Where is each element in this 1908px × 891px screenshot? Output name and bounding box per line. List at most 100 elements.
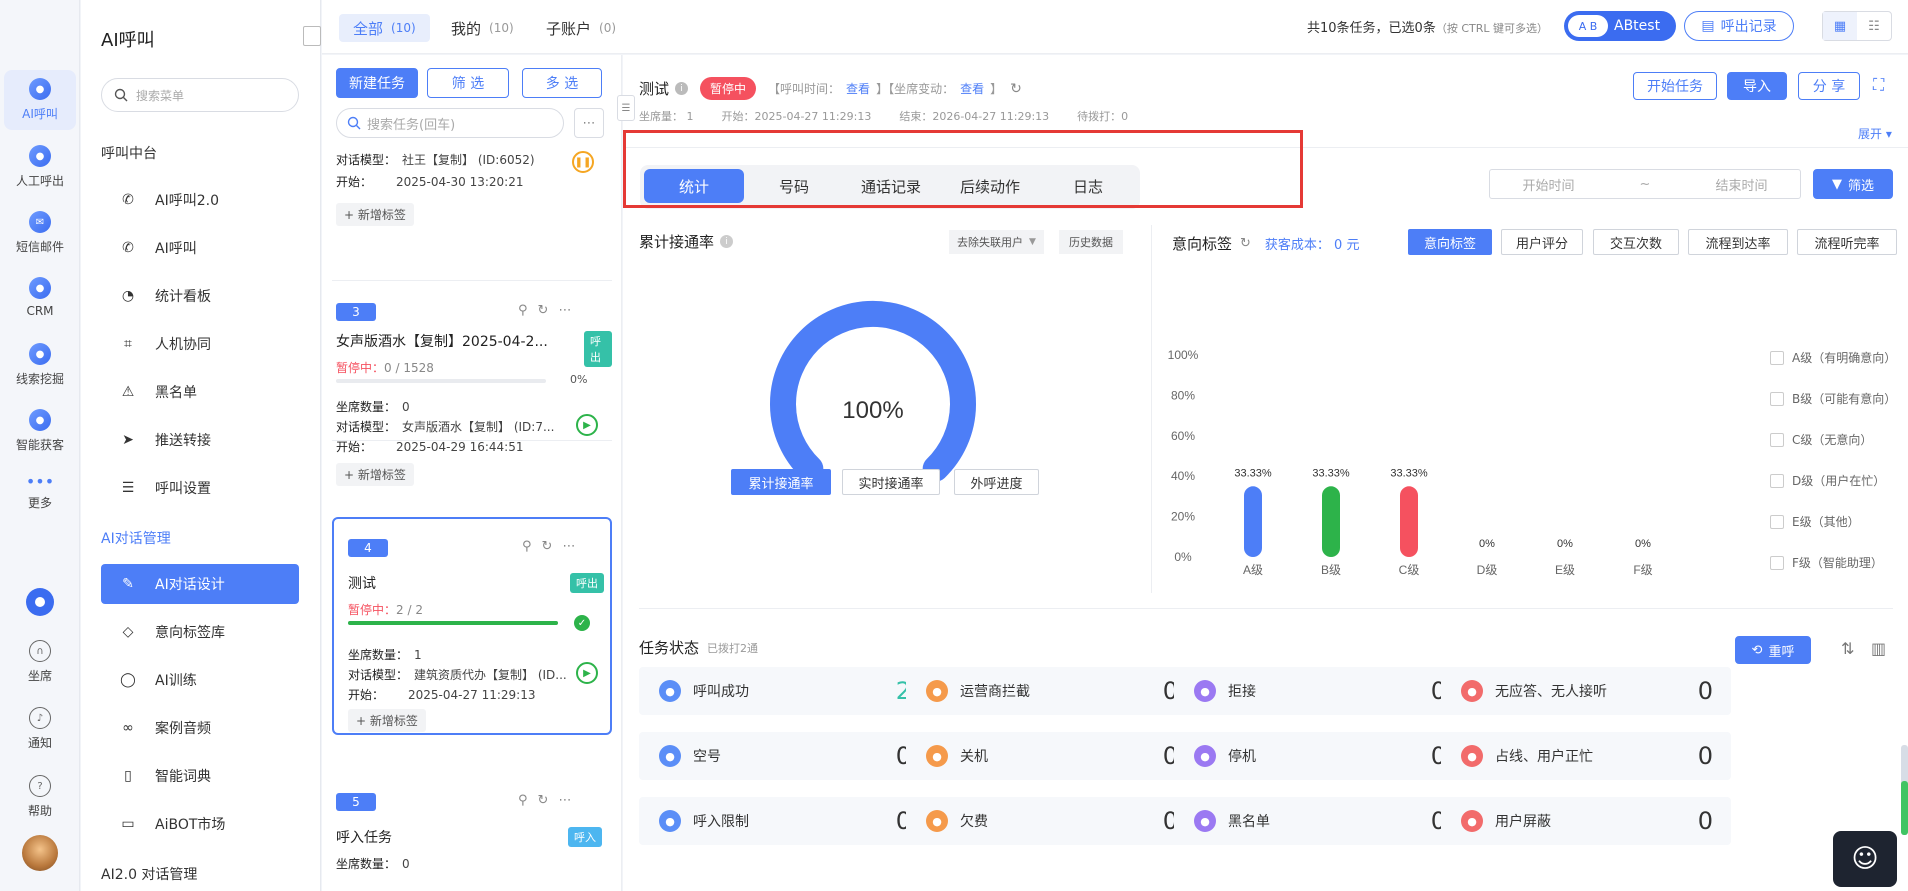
date-filter-button[interactable]: ▼ 筛选	[1813, 169, 1893, 199]
avatar[interactable]	[22, 835, 58, 871]
menu-item-dictionary[interactable]: ▯ 智能词典	[101, 756, 299, 796]
status-card[interactable]: ● 黑名单 0	[1174, 797, 1464, 845]
status-card[interactable]: ● 关机 0	[906, 732, 1196, 780]
menu-item-ai-dialog-design[interactable]: ✎ AI对话设计	[101, 564, 299, 604]
user-score-button[interactable]: 用户评分	[1501, 229, 1583, 255]
menu-item-push-transfer[interactable]: ➤ 推送转接	[101, 420, 299, 460]
menu-item-aibot-market[interactable]: ▭ AiBOT市场	[101, 804, 299, 844]
interaction-count-button[interactable]: 交互次数	[1593, 229, 1679, 255]
seat-change-link[interactable]: 查看	[960, 80, 984, 97]
menu-search-input[interactable]: 搜索菜单	[101, 78, 299, 112]
flow-complete-rate-button[interactable]: 流程听完率	[1797, 229, 1897, 255]
list-view-icon[interactable]: ☷	[1857, 12, 1891, 40]
more-icon[interactable]: ⋯	[558, 303, 571, 318]
more-icon[interactable]: ⋯	[562, 539, 575, 554]
rail-item-smart-acquire[interactable]: ● 智能获客	[4, 409, 76, 453]
rail-item-notify[interactable]: ♪ 通知	[4, 707, 76, 751]
scrollbar[interactable]	[1901, 745, 1908, 835]
rail-item-manual-call[interactable]: ● 人工呼出	[4, 145, 76, 189]
legend-item-b[interactable]: B级（可能有意向）	[1770, 390, 1896, 407]
checkbox[interactable]	[1770, 350, 1784, 365]
intent-tag-button[interactable]: 意向标签	[1408, 229, 1492, 255]
legend-item-a[interactable]: A级（有明确意向）	[1770, 349, 1896, 366]
rail-item-help[interactable]: ? 帮助	[4, 775, 76, 819]
rail-item-sms-mail[interactable]: ✉ 短信邮件	[4, 211, 76, 255]
checkbox[interactable]	[1770, 432, 1784, 447]
customer-service-icon[interactable]: ☺	[1833, 831, 1897, 887]
checkbox[interactable]	[1770, 391, 1784, 406]
legend-item-d[interactable]: D级（用户在忙）	[1770, 472, 1885, 489]
legend-item-f[interactable]: F级（智能助理）	[1770, 554, 1883, 571]
status-card[interactable]: ● 停机 0	[1174, 732, 1464, 780]
flow-reach-rate-button[interactable]: 流程到达率	[1688, 229, 1788, 255]
tab-sub-accounts[interactable]: 子账户 (0)	[532, 14, 630, 42]
status-card[interactable]: ● 呼叫成功 2	[639, 667, 929, 715]
refresh-icon[interactable]: ↻	[1240, 236, 1251, 251]
status-card[interactable]: ● 用户屏蔽 0	[1441, 797, 1731, 845]
exclude-dropdown[interactable]: 去除失联用户 ▼	[949, 230, 1044, 254]
expand-link[interactable]: 展开 ▾	[1858, 125, 1892, 142]
redial-button[interactable]: ⟲ 重呼	[1735, 636, 1811, 664]
end-time-input[interactable]: 结束时间	[1715, 175, 1767, 194]
task-card-2[interactable]: 对话模型： 社王【复制】 (ID:6052) ❚❚ 开始： 2025-04-30 1…	[332, 151, 612, 281]
menu-item-ai-call[interactable]: ✆ AI呼叫	[101, 228, 299, 268]
add-tag-button[interactable]: + 新增标签	[348, 709, 426, 732]
menu-item-blacklist[interactable]: ⚠ 黑名单	[101, 372, 299, 412]
rate-realtime-button[interactable]: 实时接通率	[842, 469, 940, 495]
more-options-icon[interactable]: ⋯	[574, 108, 604, 138]
rate-cumulative-button[interactable]: 累计接通率	[731, 469, 831, 495]
task-card-4[interactable]: 4 ⚲ ↻ ⋯ 测试 呼出 暂停中：2 / 2 ✓ 坐席数量： 1 对话模型： 建筑资质…	[332, 517, 612, 735]
menu-item-call-settings[interactable]: ☰ 呼叫设置	[101, 468, 299, 508]
status-card[interactable]: ● 运营商拦截 0	[906, 667, 1196, 715]
status-card[interactable]: ● 欠费 0	[906, 797, 1196, 845]
refresh-icon[interactable]: ↻	[538, 303, 549, 318]
rail-item-lead-mining[interactable]: ● 线索挖掘	[4, 343, 76, 387]
play-icon[interactable]: ▶	[576, 414, 598, 436]
multi-select-button[interactable]: 多 选	[522, 68, 602, 98]
pause-icon[interactable]: ❚❚	[572, 151, 594, 173]
legend-item-c[interactable]: C级（无意向）	[1770, 431, 1872, 448]
grid-view-icon[interactable]: ▦	[1823, 12, 1857, 40]
status-card[interactable]: ● 呼入限制 0	[639, 797, 929, 845]
collapse-list-icon[interactable]: ☰	[617, 95, 635, 121]
start-task-button[interactable]: 开始任务	[1633, 72, 1717, 100]
history-button[interactable]: 历史数据	[1059, 230, 1123, 254]
task-search-input[interactable]: 搜索任务(回车)	[336, 108, 564, 138]
outbound-progress-button[interactable]: 外呼进度	[954, 469, 1039, 495]
menu-item-ai-call-2[interactable]: ✆ AI呼叫2.0	[101, 180, 299, 220]
status-card[interactable]: ● 拒接 0	[1174, 667, 1464, 715]
more-icon[interactable]: ⋯	[558, 793, 571, 808]
rail-item-seat[interactable]: ∩ 坐席	[4, 640, 76, 684]
menu-item-case-audio[interactable]: ∞ 案例音频	[101, 708, 299, 748]
menu-item-ai-training[interactable]: ◯ AI训练	[101, 660, 299, 700]
menu-item-collab[interactable]: ⌗ 人机协同	[101, 324, 299, 364]
status-card[interactable]: ● 无应答、无人接听 0	[1441, 667, 1731, 715]
share-button[interactable]: 分 享	[1798, 72, 1860, 100]
legend-item-e[interactable]: E级（其他）	[1770, 513, 1860, 530]
add-tag-button[interactable]: + 新增标签	[336, 203, 414, 226]
menu-item-intent-tags[interactable]: ◇ 意向标签库	[101, 612, 299, 652]
new-task-button[interactable]: 新建任务	[336, 68, 418, 98]
play-icon[interactable]: ▶	[576, 662, 598, 684]
user-button[interactable]: A B ABtest	[1564, 11, 1676, 41]
import-button[interactable]: 导入	[1727, 72, 1787, 100]
checkbox[interactable]	[1770, 514, 1784, 529]
collapse-menu-button[interactable]	[303, 26, 321, 46]
tab-all[interactable]: 全部 (10)	[339, 14, 430, 42]
tab-mine[interactable]: 我的 (10)	[437, 14, 528, 42]
refresh-icon[interactable]: ↻	[538, 793, 549, 808]
checkbox[interactable]	[1770, 555, 1784, 570]
status-card[interactable]: ● 空号 0	[639, 732, 929, 780]
call-time-link[interactable]: 查看	[846, 80, 870, 97]
pin-icon[interactable]: ⚲	[518, 793, 528, 808]
pin-icon[interactable]: ⚲	[522, 539, 532, 554]
rail-item-more[interactable]: ••• 更多	[4, 474, 76, 511]
task-card-3[interactable]: 3 ⚲ ↻ ⋯ 女声版酒水【复制】2025-04-2... 呼出 暂停中：0 / 1…	[332, 281, 612, 454]
status-card[interactable]: ● 占线、用户正忙 0	[1441, 732, 1731, 780]
fullscreen-icon[interactable]: ⛶	[1873, 75, 1884, 95]
assistant-icon[interactable]	[26, 588, 54, 616]
rail-item-ai-call[interactable]: ● AI呼叫	[4, 70, 76, 130]
filter-button[interactable]: 筛 选	[427, 68, 509, 98]
refresh-icon[interactable]: ↻	[542, 539, 553, 554]
add-tag-button[interactable]: + 新增标签	[336, 463, 414, 486]
